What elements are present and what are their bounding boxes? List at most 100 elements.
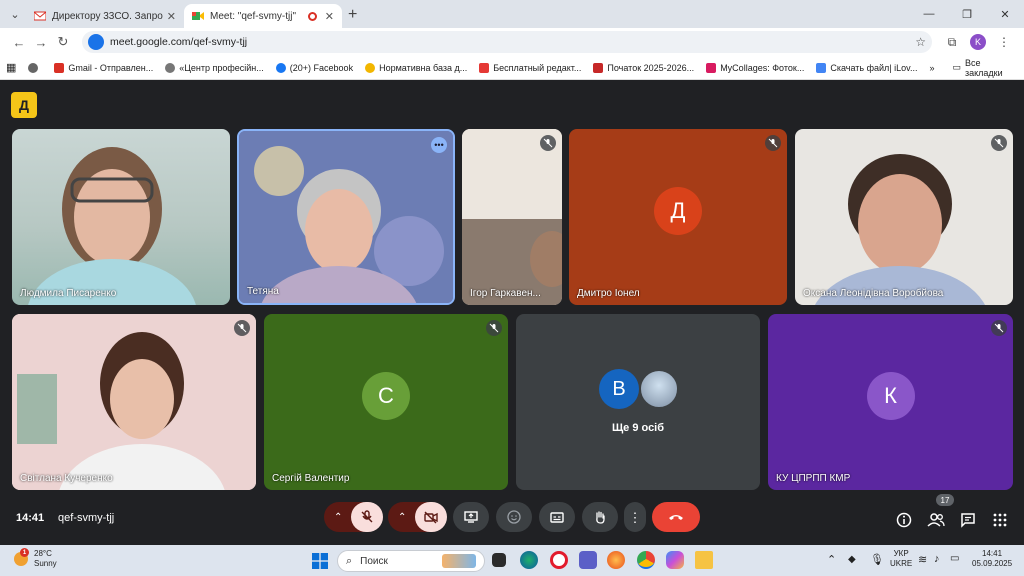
avatar: В (599, 369, 639, 409)
bookmark-item[interactable]: «Центр професійн... (165, 62, 264, 73)
chevron-up-icon: ⌃ (398, 511, 407, 523)
camera-toggle-button[interactable] (415, 502, 447, 532)
task-view-icon[interactable] (492, 553, 506, 567)
captions-button[interactable] (539, 502, 575, 532)
close-icon[interactable]: ✕ (167, 10, 176, 23)
info-icon (896, 512, 912, 528)
participant-video (239, 131, 453, 303)
present-screen-button[interactable] (453, 502, 489, 532)
more-options-button[interactable]: ⋮ (624, 502, 646, 532)
bookmark-item[interactable]: (20+) Facebook (275, 62, 353, 73)
copilot-icon[interactable] (666, 551, 684, 569)
restore-icon[interactable]: ❐ (948, 0, 986, 28)
windows-taskbar: 1 28°C Sunny ⌕ Поиск ⌃ ◆ 🎙 УКР UKRE ≋ ♪ … (0, 545, 1024, 576)
participant-tile[interactable]: К КУ ЦПРПП КМР (768, 314, 1013, 490)
weather-widget[interactable]: 1 28°C Sunny (14, 548, 57, 569)
minimize-icon[interactable]: — (910, 0, 948, 28)
raise-hand-button[interactable] (582, 502, 618, 532)
bookmark-item[interactable]: Скачать файл| iLov... (816, 62, 917, 73)
sun-icon: 1 (14, 548, 29, 566)
participant-name: Сергій Валентир (272, 473, 350, 484)
participant-tile[interactable]: Д Дмитро Іонел (569, 129, 787, 305)
chevron-up-icon: ⌃ (334, 511, 343, 523)
participant-tile[interactable]: ••• Тетяна (237, 129, 455, 305)
reactions-button[interactable] (496, 502, 532, 532)
taskbar-search[interactable]: ⌕ Поиск (337, 550, 485, 572)
participant-tile[interactable]: С Сергій Валентир (264, 314, 508, 490)
extensions-icon[interactable]: ⧉ (940, 35, 964, 50)
mic-toggle-button[interactable] (351, 502, 383, 532)
battery-icon[interactable]: ▭ (950, 553, 959, 564)
chat-button[interactable] (956, 508, 980, 532)
leave-call-button[interactable] (652, 502, 700, 532)
people-button[interactable] (924, 508, 948, 532)
tab-title: Meet: "qef-svmy-tjj" (210, 10, 297, 22)
chevron-up-icon[interactable]: ⌃ (827, 553, 836, 566)
camera-off-icon (424, 511, 438, 524)
norm-base-icon (365, 62, 376, 73)
teams-icon[interactable] (579, 551, 597, 569)
file-explorer-icon[interactable] (695, 551, 713, 569)
wifi-icon[interactable]: ≋ (918, 553, 927, 566)
back-icon[interactable]: ← (8, 35, 30, 50)
close-window-icon[interactable]: ✕ (986, 0, 1024, 28)
participant-name: Світлана Кучеренко (20, 473, 113, 484)
participant-name: Дмитро Іонел (577, 288, 640, 299)
participant-tile[interactable]: Світлана Кучеренко (12, 314, 256, 490)
chrome-icon[interactable] (637, 551, 655, 569)
bookmark-item[interactable]: Нормативна база д... (365, 62, 467, 73)
participant-name: Людмила Писаренко (20, 288, 117, 299)
heart-icon (706, 62, 717, 73)
all-bookmarks[interactable]: » ▭ Все закладки (929, 58, 1018, 78)
globe-icon[interactable] (28, 62, 42, 73)
firefox-icon[interactable] (607, 551, 625, 569)
bookmark-item[interactable]: Бесплатный редакт... (479, 62, 581, 73)
address-bar[interactable]: meet.google.com/qef-svmy-tjj ☆ (82, 31, 932, 53)
people-icon (927, 513, 945, 527)
tab-search-dropdown[interactable]: ⌄ (4, 3, 26, 25)
folder-icon: ▭ (952, 62, 961, 72)
meeting-code: qef-svmy-tjj (58, 512, 115, 524)
bookmark-item[interactable]: MyCollages: Фоток... (706, 62, 804, 73)
tab-meet[interactable]: Meet: "qef-svmy-tjj" ✕ (184, 4, 342, 28)
menu-kebab-icon[interactable]: ⋮ (992, 35, 1016, 49)
meet-area: Д Людмила Писаренко ••• Тетяна Ігор Гарк… (0, 80, 1024, 545)
microphone-icon[interactable]: 🎙 (870, 553, 884, 566)
search-placeholder: Поиск (360, 555, 388, 567)
bookmark-item[interactable]: Початок 2025-2026... (593, 62, 694, 73)
speaker-icon[interactable]: ♪ (934, 553, 940, 565)
participant-video (12, 314, 256, 490)
participants-count-badge: 17 (936, 494, 954, 506)
close-icon[interactable]: ✕ (325, 10, 334, 23)
participant-tile[interactable]: Людмила Писаренко (12, 129, 230, 305)
reload-icon[interactable]: ↻ (52, 34, 74, 50)
more-options-icon[interactable]: ••• (431, 137, 447, 153)
tab-gmail[interactable]: Директору 33СО. Запрошення ✕ (26, 4, 184, 28)
system-clock[interactable]: 14:41 05.09.2025 (972, 549, 1012, 569)
dropbox-icon[interactable]: ◆ (848, 554, 856, 565)
meeting-details-button[interactable] (892, 508, 916, 532)
opera-icon[interactable] (550, 551, 568, 569)
participant-tile[interactable]: Ігор Гаркавен... (462, 129, 562, 305)
windows-start-icon[interactable] (312, 553, 328, 569)
avatar: С (362, 372, 410, 420)
participant-tile[interactable]: Оксана Леонідівна Воробйова (795, 129, 1013, 305)
participant-name: КУ ЦПРПП КМР (776, 473, 851, 484)
meet-logo[interactable]: Д (11, 92, 37, 118)
mic-off-icon (234, 320, 250, 336)
apps-grid-icon[interactable]: ▦ (6, 61, 16, 74)
profile-avatar[interactable]: K (970, 34, 986, 50)
forward-icon[interactable]: → (30, 35, 52, 50)
bookmark-star-icon[interactable]: ☆ (915, 35, 926, 49)
language-indicator[interactable]: УКР UKRE (890, 549, 912, 569)
mic-off-icon (540, 135, 556, 151)
others-tile[interactable]: В Ще 9 осіб (516, 314, 760, 490)
edge-icon[interactable] (520, 551, 538, 569)
participant-name: Оксана Леонідівна Воробйова (803, 288, 944, 299)
heart-icon (816, 62, 827, 73)
mic-off-icon (991, 320, 1007, 336)
site-info-icon[interactable] (88, 34, 104, 50)
new-tab-icon[interactable]: + (348, 6, 357, 24)
activities-button[interactable] (988, 508, 1012, 532)
bookmark-item[interactable]: Gmail - Отправлен... (54, 62, 153, 73)
